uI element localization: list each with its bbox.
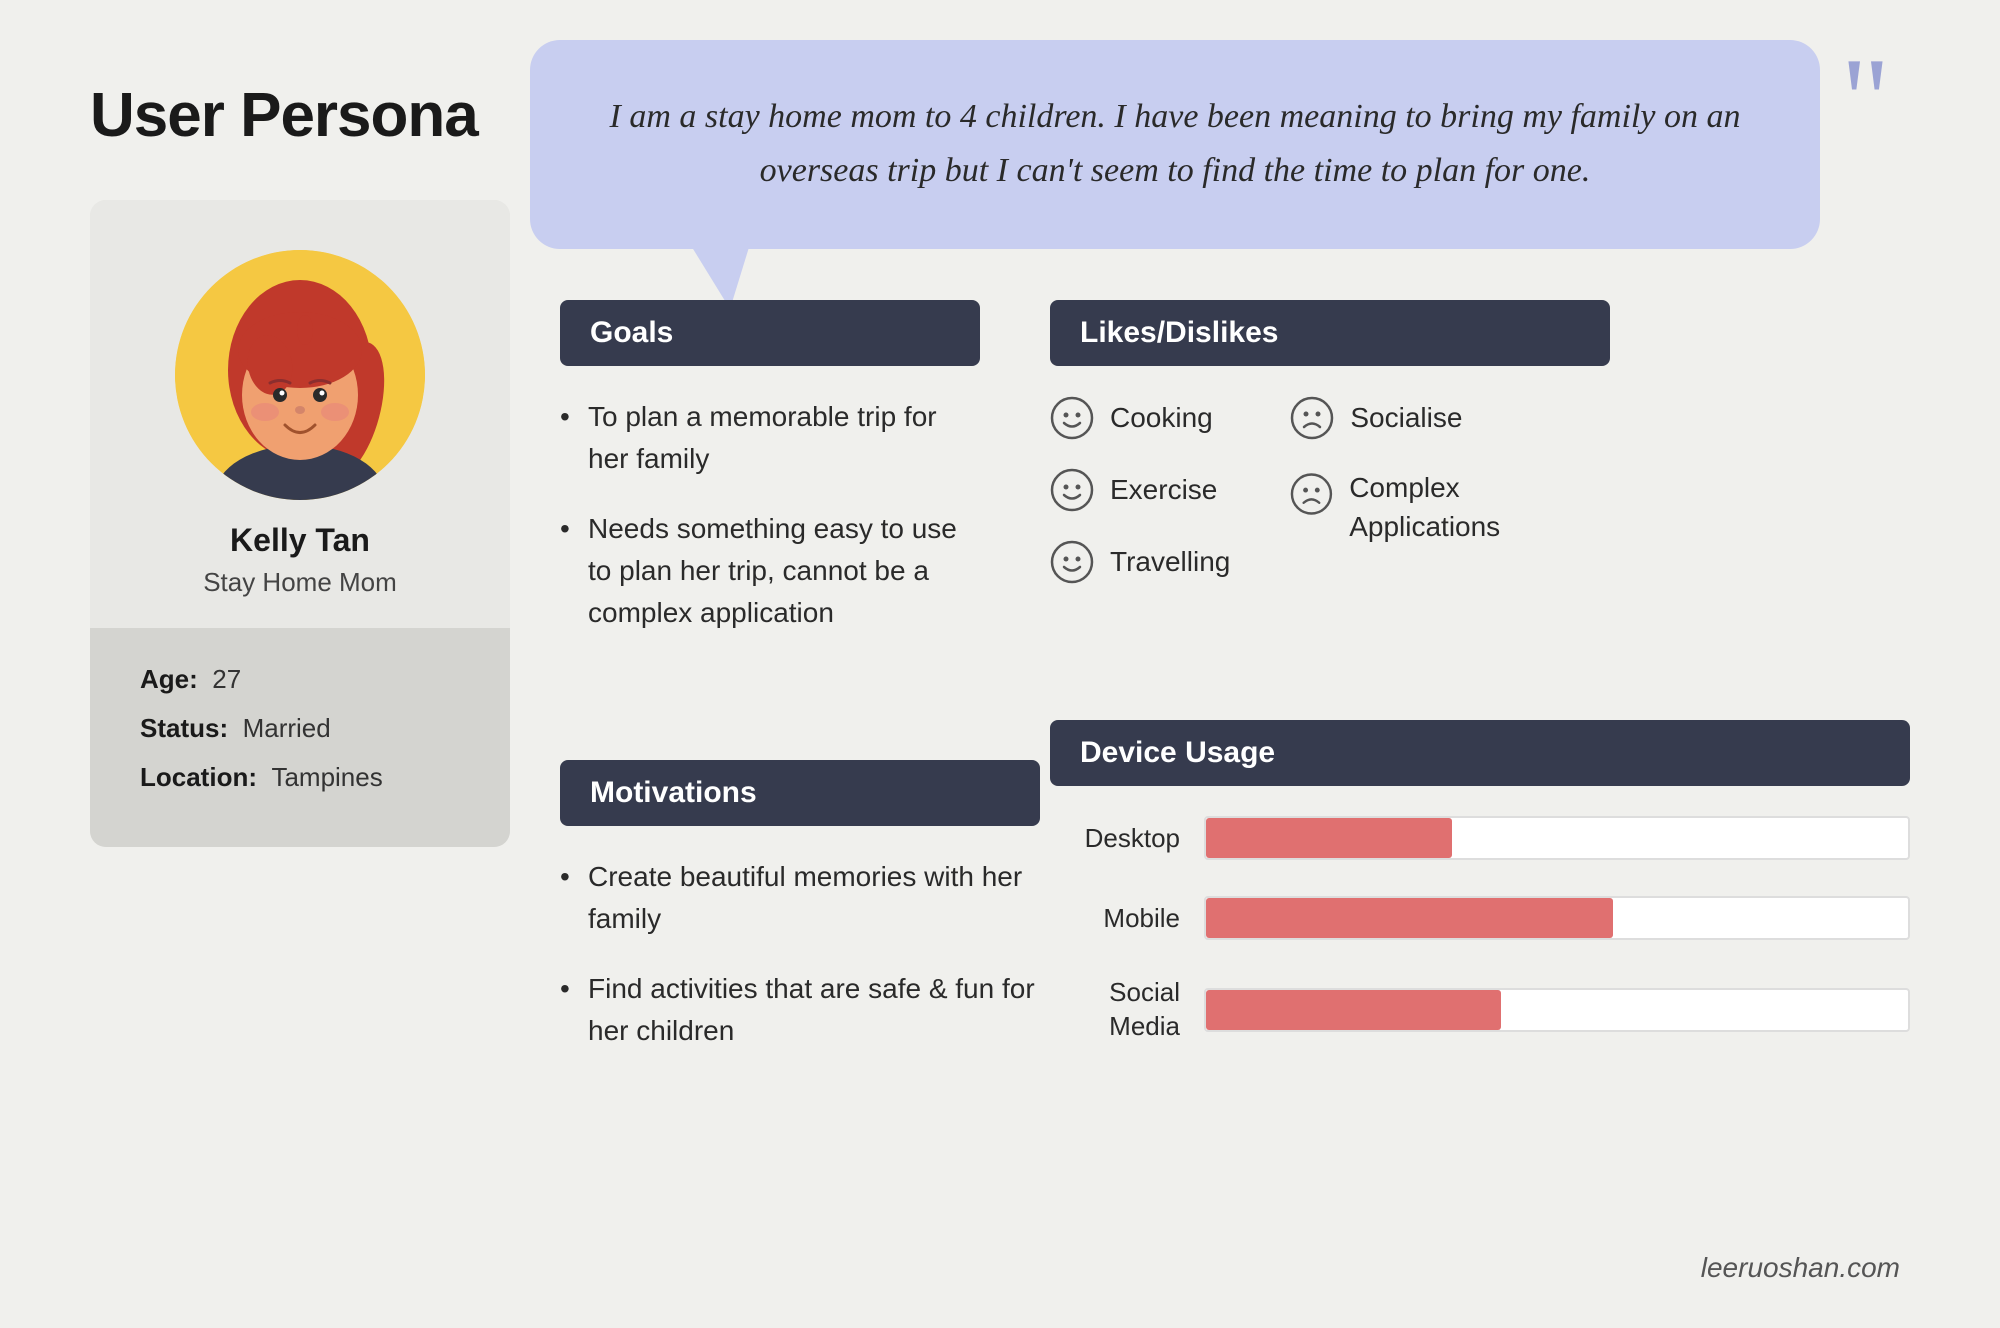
persona-name: Kelly Tan xyxy=(230,522,370,559)
persona-status: Status: Married xyxy=(140,713,460,744)
dislike-item-socialise: Socialise xyxy=(1290,396,1610,440)
device-desktop-row: Desktop xyxy=(1050,816,1910,860)
motivations-section: Motivations Create beautiful memories wi… xyxy=(560,760,1040,1080)
likes-column: Cooking Exercise Travelling xyxy=(1050,396,1230,584)
device-mobile-track xyxy=(1204,896,1910,940)
happy-face-icon-2 xyxy=(1050,468,1094,512)
avatar xyxy=(175,250,425,500)
persona-role: Stay Home Mom xyxy=(203,567,397,598)
quote-bubble: I am a stay home mom to 4 children. I ha… xyxy=(530,40,1820,249)
likes-dislikes-section: Likes/Dislikes Cooking Exe xyxy=(1050,300,1610,584)
likes-dislikes-grid: Cooking Exercise Travelling xyxy=(1050,396,1610,584)
device-desktop-label: Desktop xyxy=(1050,823,1180,854)
motivations-header: Motivations xyxy=(560,760,1040,826)
device-social-label: Social Media xyxy=(1050,976,1180,1044)
happy-face-icon xyxy=(1050,396,1094,440)
device-social-fill xyxy=(1206,990,1501,1030)
persona-card-top: Kelly Tan Stay Home Mom xyxy=(90,200,510,628)
sad-face-icon xyxy=(1290,396,1334,440)
footer-credit: leeruoshan.com xyxy=(1701,1252,1900,1284)
sad-face-icon-2 xyxy=(1290,472,1333,516)
device-mobile-fill xyxy=(1206,898,1613,938)
device-bars: Desktop Mobile Social Media xyxy=(1050,816,1910,1044)
motivations-list: Create beautiful memories with her famil… xyxy=(560,856,1040,1052)
persona-location: Location: Tampines xyxy=(140,762,460,793)
dislike-item-complex-apps: Complex Applications xyxy=(1290,468,1610,546)
like-item-exercise: Exercise xyxy=(1050,468,1230,512)
goal-item-1: To plan a memorable trip for her family xyxy=(560,396,980,480)
persona-card-bottom: Age: 27 Status: Married Location: Tampin… xyxy=(90,628,510,847)
page-title: User Persona xyxy=(90,80,478,151)
quote-text: I am a stay home mom to 4 children. I ha… xyxy=(610,98,1741,189)
dislikes-column: Socialise Complex Applications xyxy=(1290,396,1610,584)
persona-age: Age: 27 xyxy=(140,664,460,695)
device-mobile-row: Mobile xyxy=(1050,896,1910,940)
goal-item-2: Needs something easy to use to plan her … xyxy=(560,508,980,634)
device-desktop-track xyxy=(1204,816,1910,860)
device-social-row: Social Media xyxy=(1050,976,1910,1044)
like-item-cooking: Cooking xyxy=(1050,396,1230,440)
quote-mark-icon: " xyxy=(1841,40,1890,160)
device-desktop-fill xyxy=(1206,818,1452,858)
device-usage-header: Device Usage xyxy=(1050,720,1910,786)
motivation-item-2: Find activities that are safe & fun for … xyxy=(560,968,1040,1052)
motivation-item-1: Create beautiful memories with her famil… xyxy=(560,856,1040,940)
likes-dislikes-header: Likes/Dislikes xyxy=(1050,300,1610,366)
persona-card: Kelly Tan Stay Home Mom Age: 27 Status: … xyxy=(90,200,510,847)
device-social-track xyxy=(1204,988,1910,1032)
goals-section: Goals To plan a memorable trip for her f… xyxy=(560,300,980,662)
goals-list: To plan a memorable trip for her family … xyxy=(560,396,980,634)
device-usage-section: Device Usage Desktop Mobile Social Media xyxy=(1050,720,1910,1080)
like-item-travelling: Travelling xyxy=(1050,540,1230,584)
happy-face-icon-3 xyxy=(1050,540,1094,584)
goals-header: Goals xyxy=(560,300,980,366)
device-mobile-label: Mobile xyxy=(1050,903,1180,934)
